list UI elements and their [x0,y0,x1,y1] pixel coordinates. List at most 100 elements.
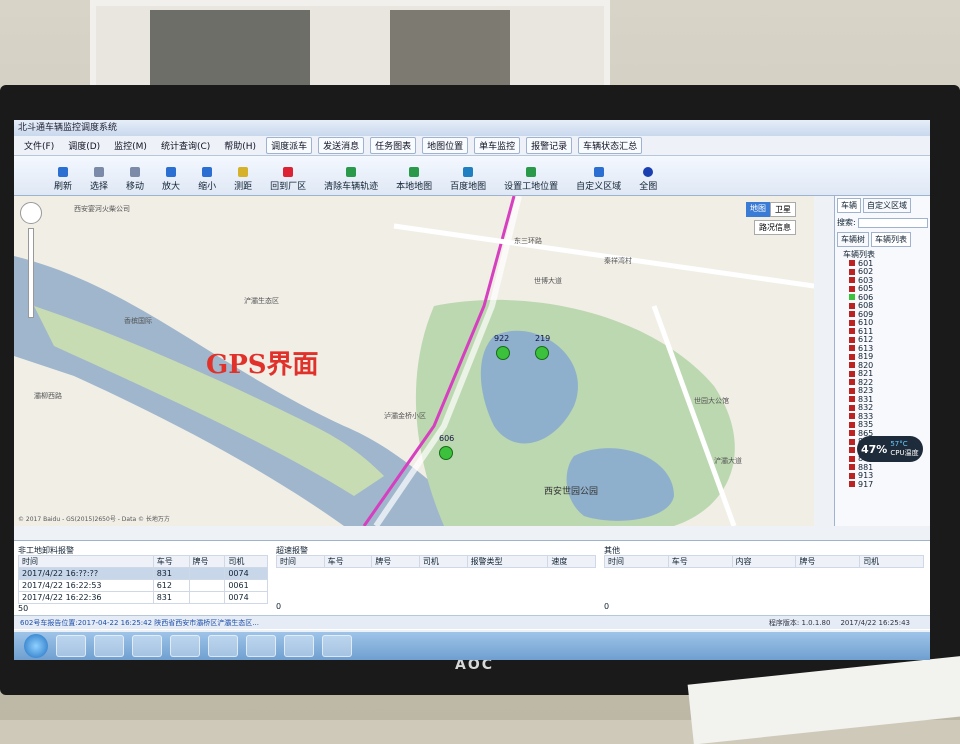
baidu-map-button[interactable]: 百度地图 [450,167,486,192]
vehicle-tree-item[interactable]: 601 [835,259,930,268]
tab-vehicle-status[interactable]: 车辆状态汇总 [578,137,643,154]
tab-dispatch[interactable]: 调度派车 [266,137,313,154]
zoom-in-button[interactable]: 放大 [162,167,180,192]
vehicle-tree-item[interactable]: 822 [835,378,930,387]
taskbar-app-icon[interactable] [56,635,86,657]
start-button[interactable] [24,634,48,658]
col-content[interactable]: 内容 [731,555,797,568]
vehicle-status-icon [849,260,855,267]
set-site-button[interactable]: 设置工地位置 [504,167,558,192]
vehicle-tree-item[interactable]: 832 [835,403,930,412]
vehicle-tree-item[interactable]: 819 [835,352,930,361]
col-plate[interactable]: 牌号 [188,555,226,568]
table-row[interactable]: 2017/4/22 16:22:53 612 0061 [18,579,268,592]
col-driver[interactable]: 司机 [859,555,924,568]
menu-monitor[interactable]: 监控(M) [110,138,151,153]
map-view[interactable]: 922 219 606 GPS界面 西安宴河火柴公司 香槟国际 浐灞生态区 西安… [14,196,814,526]
vehicle-tree-item[interactable]: 913 [835,471,930,480]
col-car[interactable]: 车号 [152,555,190,568]
col-plate[interactable]: 牌号 [795,555,861,568]
menu-stats[interactable]: 统计查询(C) [157,138,214,153]
table-row[interactable]: 2017/4/22 16:??:?? 831 0074 [18,567,268,580]
tab-single-vehicle[interactable]: 单车监控 [474,137,521,154]
tab-task-chart[interactable]: 任务图表 [370,137,417,154]
move-button[interactable]: 移动 [126,167,144,192]
taskbar-app-icon[interactable] [132,635,162,657]
vehicle-tree-item[interactable]: 881 [835,463,930,472]
vehicle-tree-item[interactable]: 823 [835,386,930,395]
col-car[interactable]: 车号 [667,555,733,568]
tab-vehicles[interactable]: 车辆 [837,198,861,213]
vehicle-status-icon [849,345,855,352]
menu-help[interactable]: 帮助(H) [220,138,260,153]
taskbar-app-icon[interactable] [208,635,238,657]
vehicle-status-icon [849,353,855,360]
col-driver[interactable]: 司机 [418,555,468,568]
search-input[interactable] [857,217,928,228]
subtab-list[interactable]: 车辆列表 [871,232,911,247]
vehicle-tree-item[interactable]: 831 [835,395,930,404]
place-label: 浐灞大道 [714,457,742,465]
taskbar-app-icon[interactable] [322,635,352,657]
measure-button[interactable]: 测距 [234,167,252,192]
vehicle-tree-item[interactable]: 821 [835,369,930,378]
col-time[interactable]: 时间 [18,555,154,568]
vehicle-marker[interactable] [439,446,453,460]
vehicle-status-icon [849,404,855,411]
map-type-satellite[interactable]: 卫星 [770,202,796,217]
col-speed[interactable]: 速度 [547,555,596,568]
menu-file[interactable]: 文件(F) [20,138,58,153]
taskbar-app-icon[interactable] [246,635,276,657]
tab-custom-area[interactable]: 自定义区域 [863,198,911,213]
zoom-out-button[interactable]: 缩小 [198,167,216,192]
tab-message[interactable]: 发送消息 [318,137,365,154]
col-time[interactable]: 时间 [604,555,669,568]
vehicle-tree-item[interactable]: 613 [835,344,930,353]
vehicle-tree-item[interactable]: 611 [835,327,930,336]
menu-dispatch[interactable]: 调度(D) [64,138,104,153]
taskbar-app-icon[interactable] [284,635,314,657]
return-factory-button[interactable]: 回到厂区 [270,167,306,192]
full-map-button[interactable]: 全图 [639,167,657,192]
vehicle-tree-item[interactable]: 602 [835,267,930,276]
traffic-button[interactable]: 路况信息 [754,220,796,235]
table-row[interactable]: 2017/4/22 16:22:36 831 0074 [18,591,268,604]
vehicle-tree-item[interactable]: 610 [835,318,930,327]
zoom-slider[interactable] [28,228,34,318]
tab-alarm-log[interactable]: 报警记录 [526,137,573,154]
col-car[interactable]: 车号 [323,555,373,568]
clear-track-button[interactable]: 清除车辆轨迹 [324,167,378,192]
col-plate[interactable]: 牌号 [371,555,420,568]
vehicle-marker[interactable] [535,346,549,360]
vehicle-tree-item[interactable]: 606 [835,293,930,302]
map-canvas[interactable] [14,196,814,526]
custom-area-button[interactable]: 自定义区域 [576,167,621,192]
col-alarm-type[interactable]: 报警类型 [466,555,549,568]
vehicle-tree-item[interactable]: 609 [835,310,930,319]
place-label: 西安宴河火柴公司 [74,205,130,213]
map-type-map[interactable]: 地图 [746,202,770,217]
dot-icon [643,167,654,177]
vehicle-tree-item[interactable]: 833 [835,412,930,421]
vehicle-tree-item[interactable]: 608 [835,301,930,310]
col-driver[interactable]: 司机 [224,555,268,568]
map-pan-control[interactable] [20,202,42,224]
local-map-button[interactable]: 本地地图 [396,167,432,192]
refresh-button[interactable]: 刷新 [54,167,72,192]
select-button[interactable]: 选择 [90,167,108,192]
vehicle-tree-item[interactable]: 612 [835,335,930,344]
subtab-tree[interactable]: 车辆树 [837,232,869,247]
col-time[interactable]: 时间 [276,555,325,568]
vehicle-tree-item[interactable]: 917 [835,480,930,489]
vehicle-tree-item[interactable]: 835 [835,420,930,429]
taskbar-app-icon[interactable] [94,635,124,657]
vehicle-status-icon [849,438,855,445]
other-title: 其他 [604,546,620,555]
tree-root[interactable]: 车辆列表 [835,249,930,259]
vehicle-tree-item[interactable]: 603 [835,276,930,285]
tab-map-position[interactable]: 地图位置 [422,137,469,154]
vehicle-marker[interactable] [496,346,510,360]
taskbar-app-icon[interactable] [170,635,200,657]
vehicle-tree-item[interactable]: 605 [835,284,930,293]
vehicle-tree-item[interactable]: 820 [835,361,930,370]
